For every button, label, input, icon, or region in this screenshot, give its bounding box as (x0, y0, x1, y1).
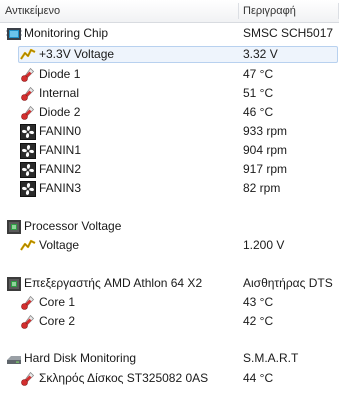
sensor-label: FANIN0 (39, 124, 82, 138)
sensor-value: 904 rpm (243, 143, 288, 157)
sensor-value: 44 °C (243, 371, 274, 385)
tree-group-processor[interactable]: Επεξεργαστής AMD Athlon 64 X2 Αισθητήρας… (0, 274, 339, 293)
thermometer-icon (20, 67, 36, 83)
column-header-item[interactable]: Αντικείμενο (5, 0, 60, 22)
tree-group-value: S.M.A.R.T (243, 351, 299, 365)
processor-icon (6, 276, 22, 292)
column-header-description[interactable]: Περιγραφή (243, 0, 296, 22)
column-divider[interactable] (238, 3, 239, 19)
column-header: Αντικείμενο Περιγραφή (0, 0, 339, 23)
tree-group-label: Processor Voltage (24, 219, 122, 233)
sensor-label: Internal (39, 86, 80, 100)
sensor-value: 46 °C (243, 105, 274, 119)
sensor-row-core-2[interactable]: Core 2 42 °C (0, 312, 339, 331)
sensor-label: Core 1 (39, 295, 76, 309)
sensor-label: Σκληρός Δίσκος ST325082 0AS (39, 371, 209, 385)
thermometer-icon (20, 295, 36, 311)
sensor-label: +3.3V Voltage (39, 47, 115, 61)
fan-icon (20, 181, 36, 197)
sensor-value: 1.200 V (243, 238, 285, 252)
fan-icon (20, 143, 36, 159)
thermometer-icon (20, 86, 36, 102)
sensor-row-voltage[interactable]: Voltage 1.200 V (0, 236, 339, 255)
sensor-row-core-1[interactable]: Core 1 43 °C (0, 293, 339, 312)
processor-icon (6, 219, 22, 235)
sensor-label: Diode 2 (39, 105, 81, 119)
tree-group-label: Monitoring Chip (24, 26, 109, 40)
sensor-row-diode-1[interactable]: Diode 1 47 °C (0, 65, 339, 84)
sensor-value: 3.32 V (243, 47, 278, 61)
tree-group-monitoring-chip[interactable]: Monitoring Chip SMSC SCH5017 (0, 24, 339, 43)
sensor-label: FANIN3 (39, 181, 82, 195)
sensor-label: Voltage (39, 238, 80, 252)
sensor-row-fanin1[interactable]: FANIN1 904 rpm (0, 141, 339, 160)
sensor-row-internal[interactable]: Internal 51 °C (0, 84, 339, 103)
tree-group-value: Αισθητήρας DTS (243, 276, 333, 290)
voltage-icon (20, 47, 36, 63)
tree-group-label: Hard Disk Monitoring (24, 351, 137, 365)
thermometer-icon (20, 314, 36, 330)
sensor-row-fanin3[interactable]: FANIN3 82 rpm (0, 179, 339, 198)
sensor-value: 933 rpm (243, 124, 288, 138)
sensor-label: Diode 1 (39, 67, 81, 81)
sensor-value: 47 °C (243, 67, 274, 81)
sensor-value: 82 rpm (243, 181, 281, 195)
hard-disk-icon (6, 351, 22, 367)
fan-icon (20, 124, 36, 140)
sensor-value: 51 °C (243, 86, 274, 100)
sensor-row-fanin2[interactable]: FANIN2 917 rpm (0, 160, 339, 179)
tree-group-label: Επεξεργαστής AMD Athlon 64 X2 (24, 276, 203, 290)
tree-group-processor-voltage[interactable]: Processor Voltage (0, 217, 339, 236)
sensor-label: FANIN1 (39, 143, 82, 157)
sensor-label: Core 2 (39, 314, 76, 328)
sensor-row-3v3-voltage[interactable]: +3.3V Voltage 3.32 V (0, 45, 339, 64)
sensor-value: 43 °C (243, 295, 274, 309)
sensor-value: 917 rpm (243, 162, 288, 176)
sensor-label: FANIN2 (39, 162, 82, 176)
tree-group-value: SMSC SCH5017 (243, 26, 334, 40)
voltage-icon (20, 238, 36, 254)
sensor-row-diode-2[interactable]: Diode 2 46 °C (0, 103, 339, 122)
tree-group-hard-disk-monitoring[interactable]: Hard Disk Monitoring S.M.A.R.T (0, 349, 339, 368)
chip-icon (6, 26, 22, 42)
thermometer-icon (20, 105, 36, 121)
sensor-row-fanin0[interactable]: FANIN0 933 rpm (0, 122, 339, 141)
fan-icon (20, 162, 36, 178)
thermometer-icon (20, 371, 36, 387)
sensor-row-hard-disk[interactable]: Σκληρός Δίσκος ST325082 0AS 44 °C (0, 369, 339, 388)
sensor-value: 42 °C (243, 314, 274, 328)
